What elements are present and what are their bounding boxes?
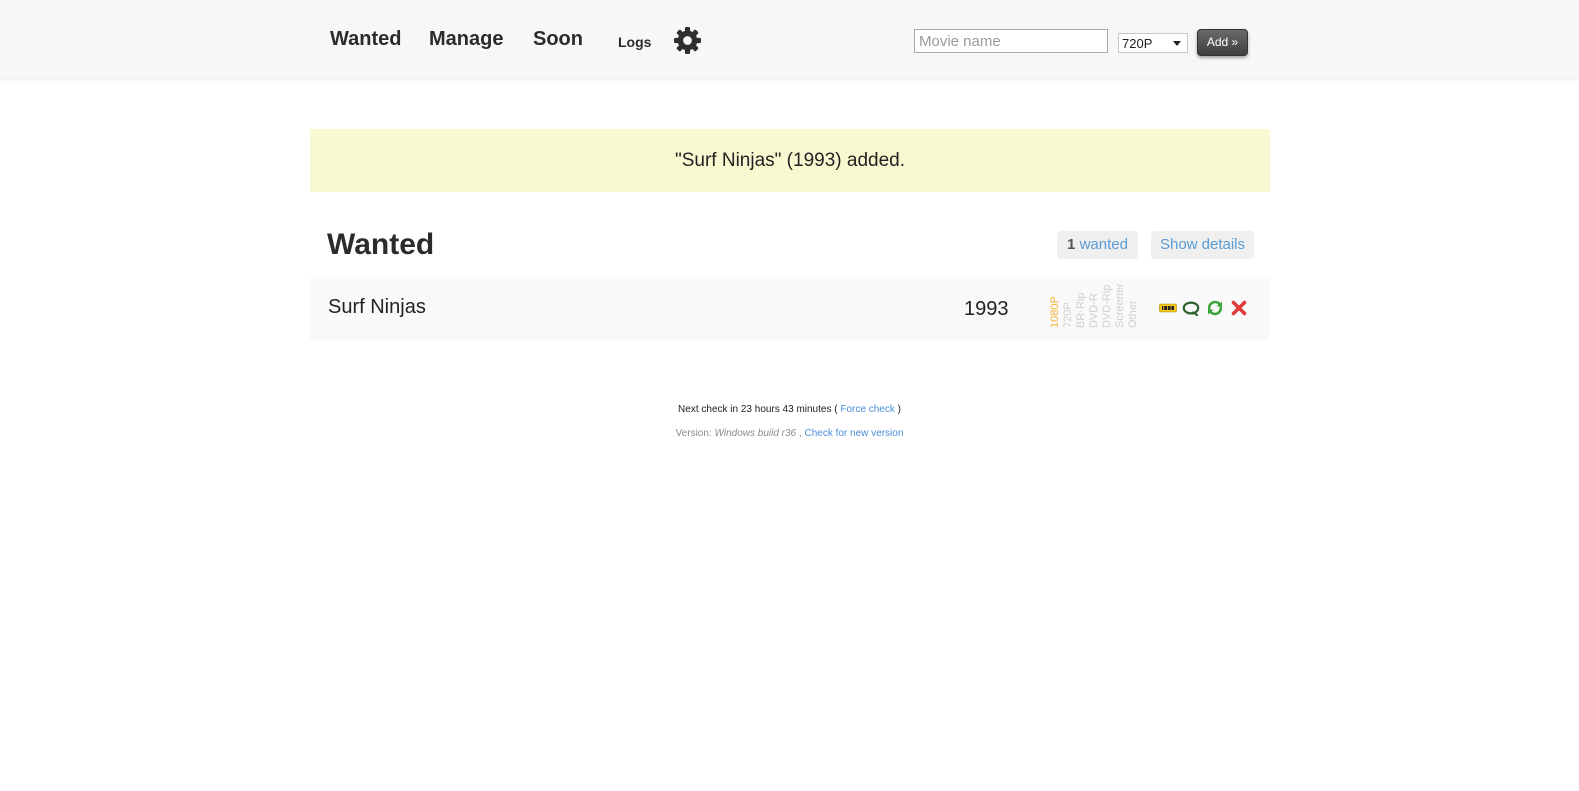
added-notice: "Surf Ninjas" (1993) added. — [310, 129, 1270, 192]
table-row[interactable]: Surf Ninjas 1993 1080P 720P BR-Rip DVD-R… — [310, 277, 1270, 340]
movie-year: 1993 — [964, 298, 1009, 320]
nav-wanted[interactable]: Wanted — [330, 28, 401, 51]
notice-message: "Surf Ninjas" (1993) added. — [674, 150, 905, 171]
quality-label: DVD-R — [1088, 293, 1100, 328]
page-title: Wanted — [327, 228, 435, 261]
version-separator: , — [798, 428, 802, 439]
quality-label: Screener — [1114, 283, 1126, 328]
quality-screener[interactable]: Screener — [1113, 277, 1127, 340]
top-navigation-bar: Wanted Manage Soon Logs 720P Add » — [0, 0, 1579, 79]
quality-dvd-r[interactable]: DVD-R — [1087, 277, 1101, 340]
search-icon[interactable] — [1182, 299, 1200, 317]
version-line: Version: Windows build r36 , Check for n… — [0, 428, 1579, 439]
add-button[interactable]: Add » — [1197, 29, 1248, 56]
force-check-link[interactable]: Force check — [840, 404, 894, 415]
quality-label: BR-Rip — [1075, 292, 1087, 328]
delete-icon[interactable] — [1230, 299, 1248, 317]
gear-icon[interactable] — [673, 26, 702, 55]
next-check-suffix: ) — [897, 404, 901, 415]
check-version-link[interactable]: Check for new version — [804, 428, 903, 439]
refresh-icon[interactable] — [1206, 299, 1224, 317]
version-label: Version: — [675, 428, 712, 439]
nav-manage[interactable]: Manage — [429, 28, 503, 51]
wanted-count: 1 — [1067, 236, 1076, 253]
imdb-icon[interactable] — [1159, 299, 1177, 317]
wanted-count-label: wanted — [1079, 236, 1128, 253]
next-check-text: Next check in 23 hours 43 minutes ( — [678, 404, 838, 415]
movie-title[interactable]: Surf Ninjas — [328, 296, 426, 319]
quality-select-value: 720P — [1122, 36, 1153, 51]
movie-name-input[interactable] — [914, 29, 1108, 53]
next-check-line: Next check in 23 hours 43 minutes ( Forc… — [0, 404, 1579, 415]
nav-logs[interactable]: Logs — [618, 34, 651, 50]
chevron-down-icon — [1173, 41, 1181, 46]
quality-select[interactable]: 720P — [1118, 33, 1188, 53]
quality-other[interactable]: Other — [1126, 277, 1140, 340]
quality-label: DVD-Rip — [1101, 284, 1113, 328]
quality-label: 720P — [1062, 302, 1074, 328]
nav-soon[interactable]: Soon — [533, 28, 583, 51]
version-value: Windows build r36 — [714, 428, 797, 439]
quality-1080p[interactable]: 1080P — [1048, 277, 1062, 340]
quality-720p[interactable]: 720P — [1061, 277, 1075, 340]
wanted-count-badge[interactable]: 1 wanted — [1057, 231, 1138, 259]
quality-label: 1080P — [1049, 296, 1061, 328]
quality-br-rip[interactable]: BR-Rip — [1074, 277, 1088, 340]
show-details-button[interactable]: Show details — [1151, 231, 1254, 259]
quality-dvd-rip[interactable]: DVD-Rip — [1100, 277, 1114, 340]
quality-label: Other — [1127, 300, 1139, 328]
